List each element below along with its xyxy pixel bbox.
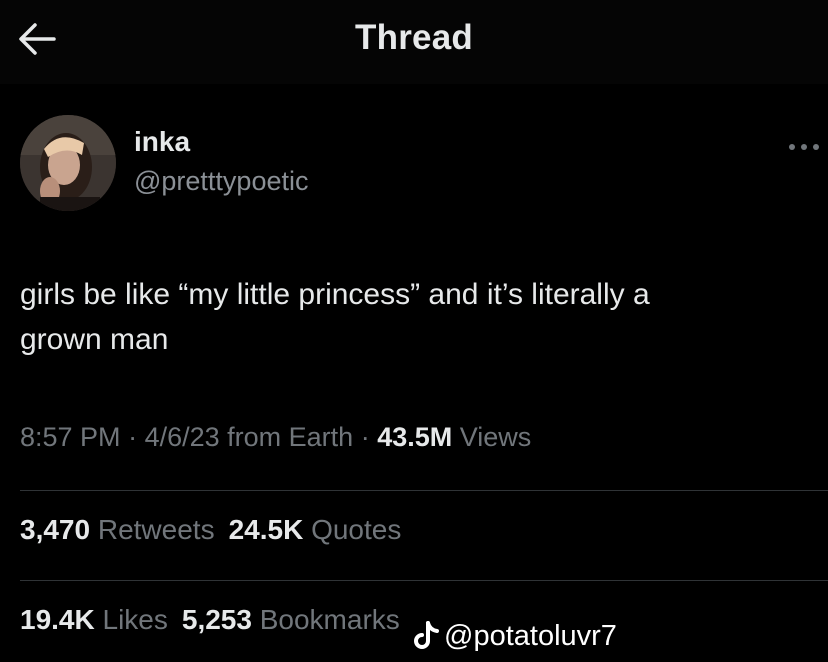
more-options-button[interactable] xyxy=(786,140,822,152)
retweets-count: 3,470 xyxy=(20,514,91,545)
meta-separator: · xyxy=(120,422,145,452)
meta-separator: · xyxy=(353,422,378,452)
bookmarks-label: Bookmarks xyxy=(251,604,400,635)
likes-stat[interactable]: 19.4K Likes xyxy=(20,604,168,635)
page-title: Thread xyxy=(355,18,473,57)
divider xyxy=(20,580,828,581)
retweets-stat[interactable]: 3,470 Retweets xyxy=(20,514,215,545)
tweet-text-line-1: girls be like “my little princess” and i… xyxy=(20,278,650,311)
likes-label: Likes xyxy=(94,604,168,635)
divider xyxy=(20,490,828,491)
views-count: 43.5M xyxy=(377,422,453,452)
author-display-name[interactable]: inka xyxy=(134,126,190,158)
tweet-time[interactable]: 8:57 PM xyxy=(20,422,121,452)
tiktok-icon xyxy=(414,621,439,649)
watermark-handle: @potatoluvr7 xyxy=(444,619,617,652)
profile-photo xyxy=(20,115,116,211)
tweet-text: girls be like “my little princess” and i… xyxy=(20,272,828,362)
tweet-meta: 8:57 PM · 4/6/23 from Earth · 43.5M View… xyxy=(20,422,531,453)
avatar[interactable] xyxy=(20,115,116,211)
bookmarks-stat[interactable]: 5,253 Bookmarks xyxy=(182,604,400,635)
tweet-source: from Earth xyxy=(219,422,354,452)
tiktok-watermark: @potatoluvr7 xyxy=(414,616,617,656)
ellipsis-icon xyxy=(789,144,819,150)
retweets-label: Retweets xyxy=(90,514,215,545)
views-label: Views xyxy=(452,422,532,452)
author-handle[interactable]: @pretttypoetic xyxy=(134,166,309,197)
top-bar: Thread xyxy=(0,0,828,84)
stats-row-likes: 19.4K Likes 5,253 Bookmarks xyxy=(20,604,414,636)
stats-row-engagement: 3,470 Retweets 24.5K Quotes xyxy=(20,514,415,546)
bookmarks-count: 5,253 xyxy=(181,604,252,635)
tweet-text-line-2: grown man xyxy=(20,323,169,356)
quotes-stat[interactable]: 24.5K Quotes xyxy=(229,514,402,545)
quotes-count: 24.5K xyxy=(228,514,304,545)
likes-count: 19.4K xyxy=(20,604,95,635)
quotes-label: Quotes xyxy=(303,514,402,545)
tweet-date[interactable]: 4/6/23 xyxy=(145,422,220,452)
